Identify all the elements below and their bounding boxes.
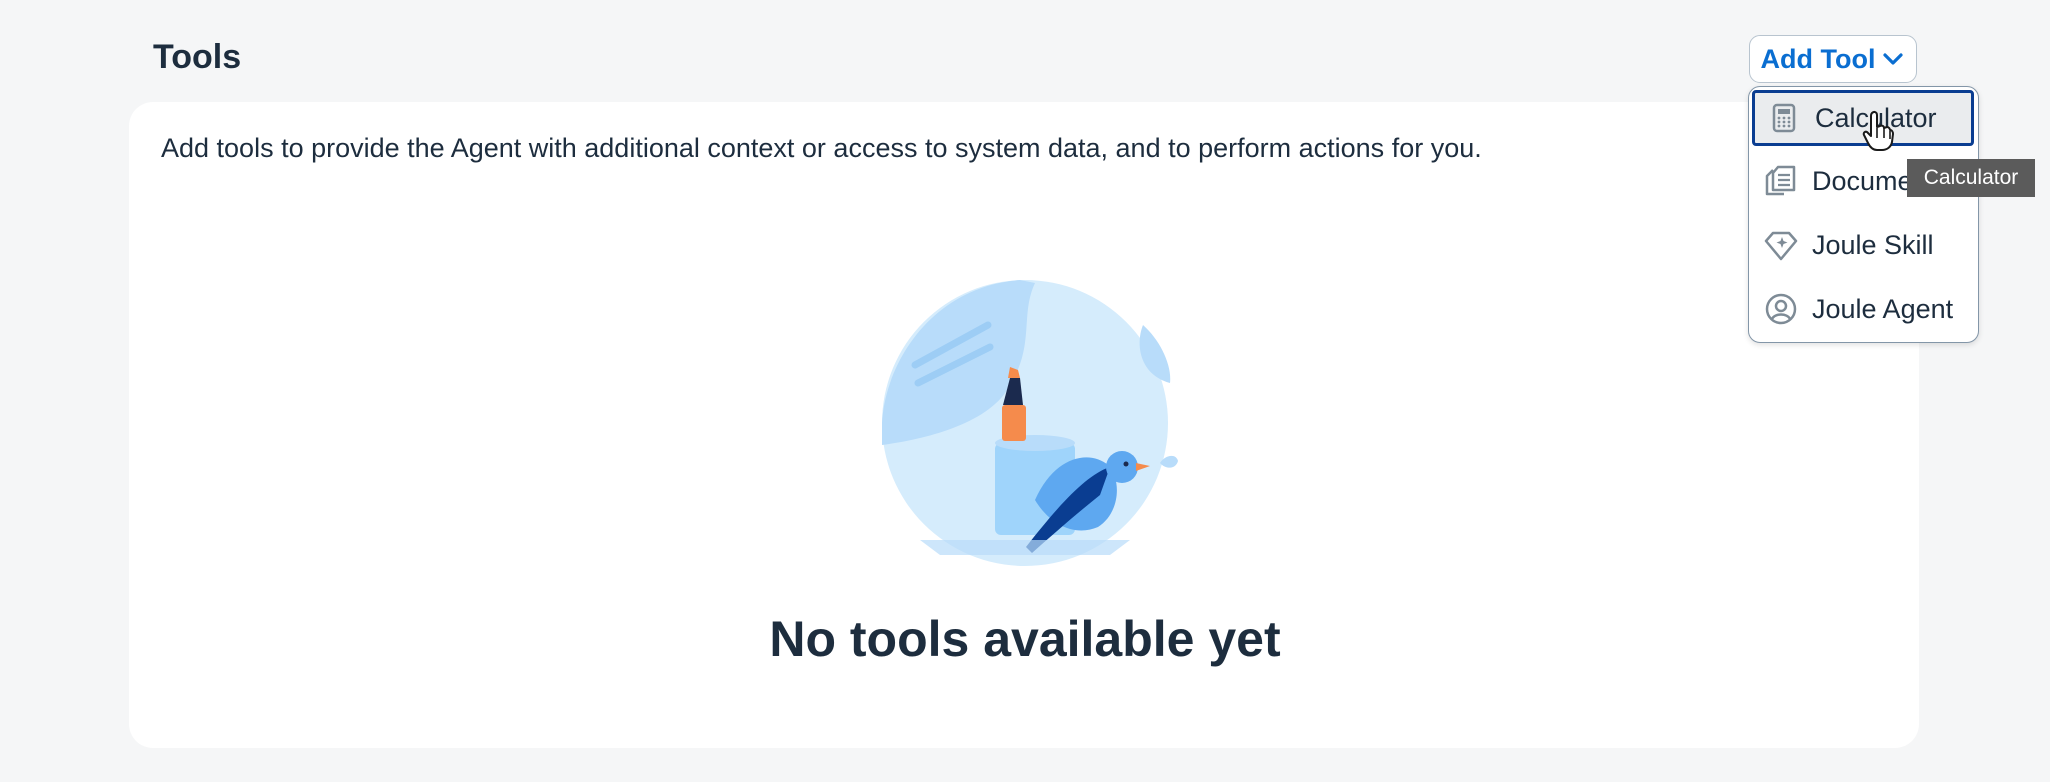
hand-cursor-icon [1862,110,1894,152]
menu-item-label: Joule Agent [1812,293,1954,324]
menu-item-joule-agent[interactable]: Joule Agent [1752,281,1974,337]
add-tool-label: Add Tool [1760,43,1876,74]
document-icon [1764,164,1798,198]
tools-description: Add tools to provide the Agent with addi… [161,133,1482,163]
page-title: Tools [153,38,242,76]
empty-state-illustration [860,275,1190,570]
empty-state-title: No tools available yet [769,611,1281,667]
user-circle-icon [1764,292,1798,326]
menu-item-label: Joule Skill [1812,229,1934,260]
menu-item-joule-skill[interactable]: Joule Skill [1752,217,1974,273]
chevron-down-icon [1881,47,1905,71]
tooltip: Calculator [1907,159,2035,197]
add-tool-button[interactable]: Add Tool [1749,35,1917,83]
diamond-icon [1764,228,1798,262]
calculator-icon [1767,101,1801,135]
